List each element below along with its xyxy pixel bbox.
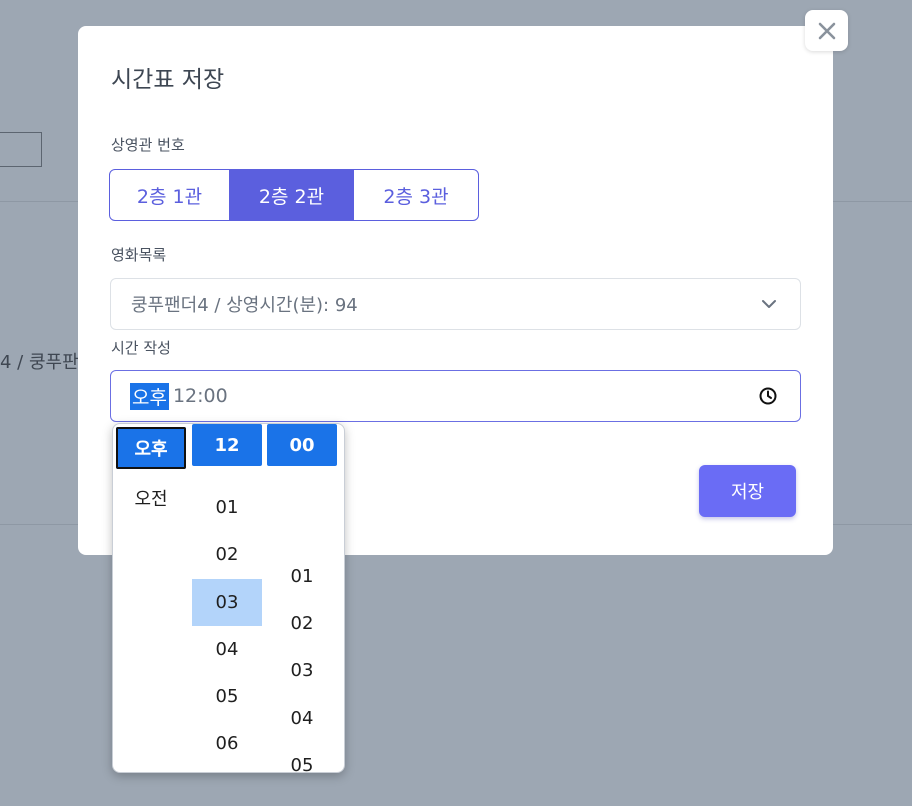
hour-option[interactable]: 02: [192, 531, 262, 578]
time-ampm-segment[interactable]: 오후: [130, 382, 169, 410]
background-input: [0, 132, 42, 167]
screen-label: 상영관 번호: [111, 136, 185, 154]
time-label: 시간 작성: [111, 339, 171, 357]
time-picker-popup: 오후 오전 12 01 02 03 04 05 06 00 01 02 03 0…: [112, 423, 345, 773]
close-icon: [818, 22, 835, 39]
hour-option[interactable]: 03: [192, 579, 262, 626]
close-button[interactable]: [805, 10, 848, 51]
hour-option[interactable]: 05: [192, 673, 262, 720]
movie-select-value: 쿵푸팬더4 / 상영시간(분): 94: [131, 295, 358, 316]
minute-option[interactable]: 00: [267, 424, 337, 466]
ampm-option-am[interactable]: 오전: [116, 474, 186, 521]
ampm-option-pm[interactable]: 오후: [116, 427, 186, 469]
chevron-down-icon: [762, 300, 776, 308]
hour-option[interactable]: 04: [192, 626, 262, 673]
clock-icon[interactable]: [758, 386, 778, 406]
minute-option[interactable]: 05: [267, 742, 337, 772]
movie-select[interactable]: 쿵푸팬더4 / 상영시간(분): 94: [110, 278, 801, 330]
time-input[interactable]: 오후 12:00: [110, 370, 801, 422]
minute-option[interactable]: 03: [267, 647, 337, 694]
background-text: 4 / 쿵푸판: [0, 352, 79, 373]
screen-option-1[interactable]: 2층 1관: [110, 170, 230, 220]
modal-title: 시간표 저장: [111, 67, 225, 93]
minute-option[interactable]: 01: [267, 553, 337, 600]
screen-selector: 2층 1관 2층 2관 2층 3관: [109, 169, 479, 221]
hour-option[interactable]: 06: [192, 720, 262, 767]
movie-label: 영화목록: [111, 246, 167, 264]
minute-option[interactable]: 04: [267, 695, 337, 742]
save-button[interactable]: 저장: [699, 465, 796, 517]
time-value[interactable]: 12:00: [173, 385, 228, 407]
screen-option-2[interactable]: 2층 2관: [230, 170, 354, 220]
hour-option[interactable]: 12: [192, 424, 262, 466]
screen-option-3[interactable]: 2층 3관: [354, 170, 478, 220]
hour-option[interactable]: 01: [192, 484, 262, 531]
minute-option[interactable]: 02: [267, 600, 337, 647]
